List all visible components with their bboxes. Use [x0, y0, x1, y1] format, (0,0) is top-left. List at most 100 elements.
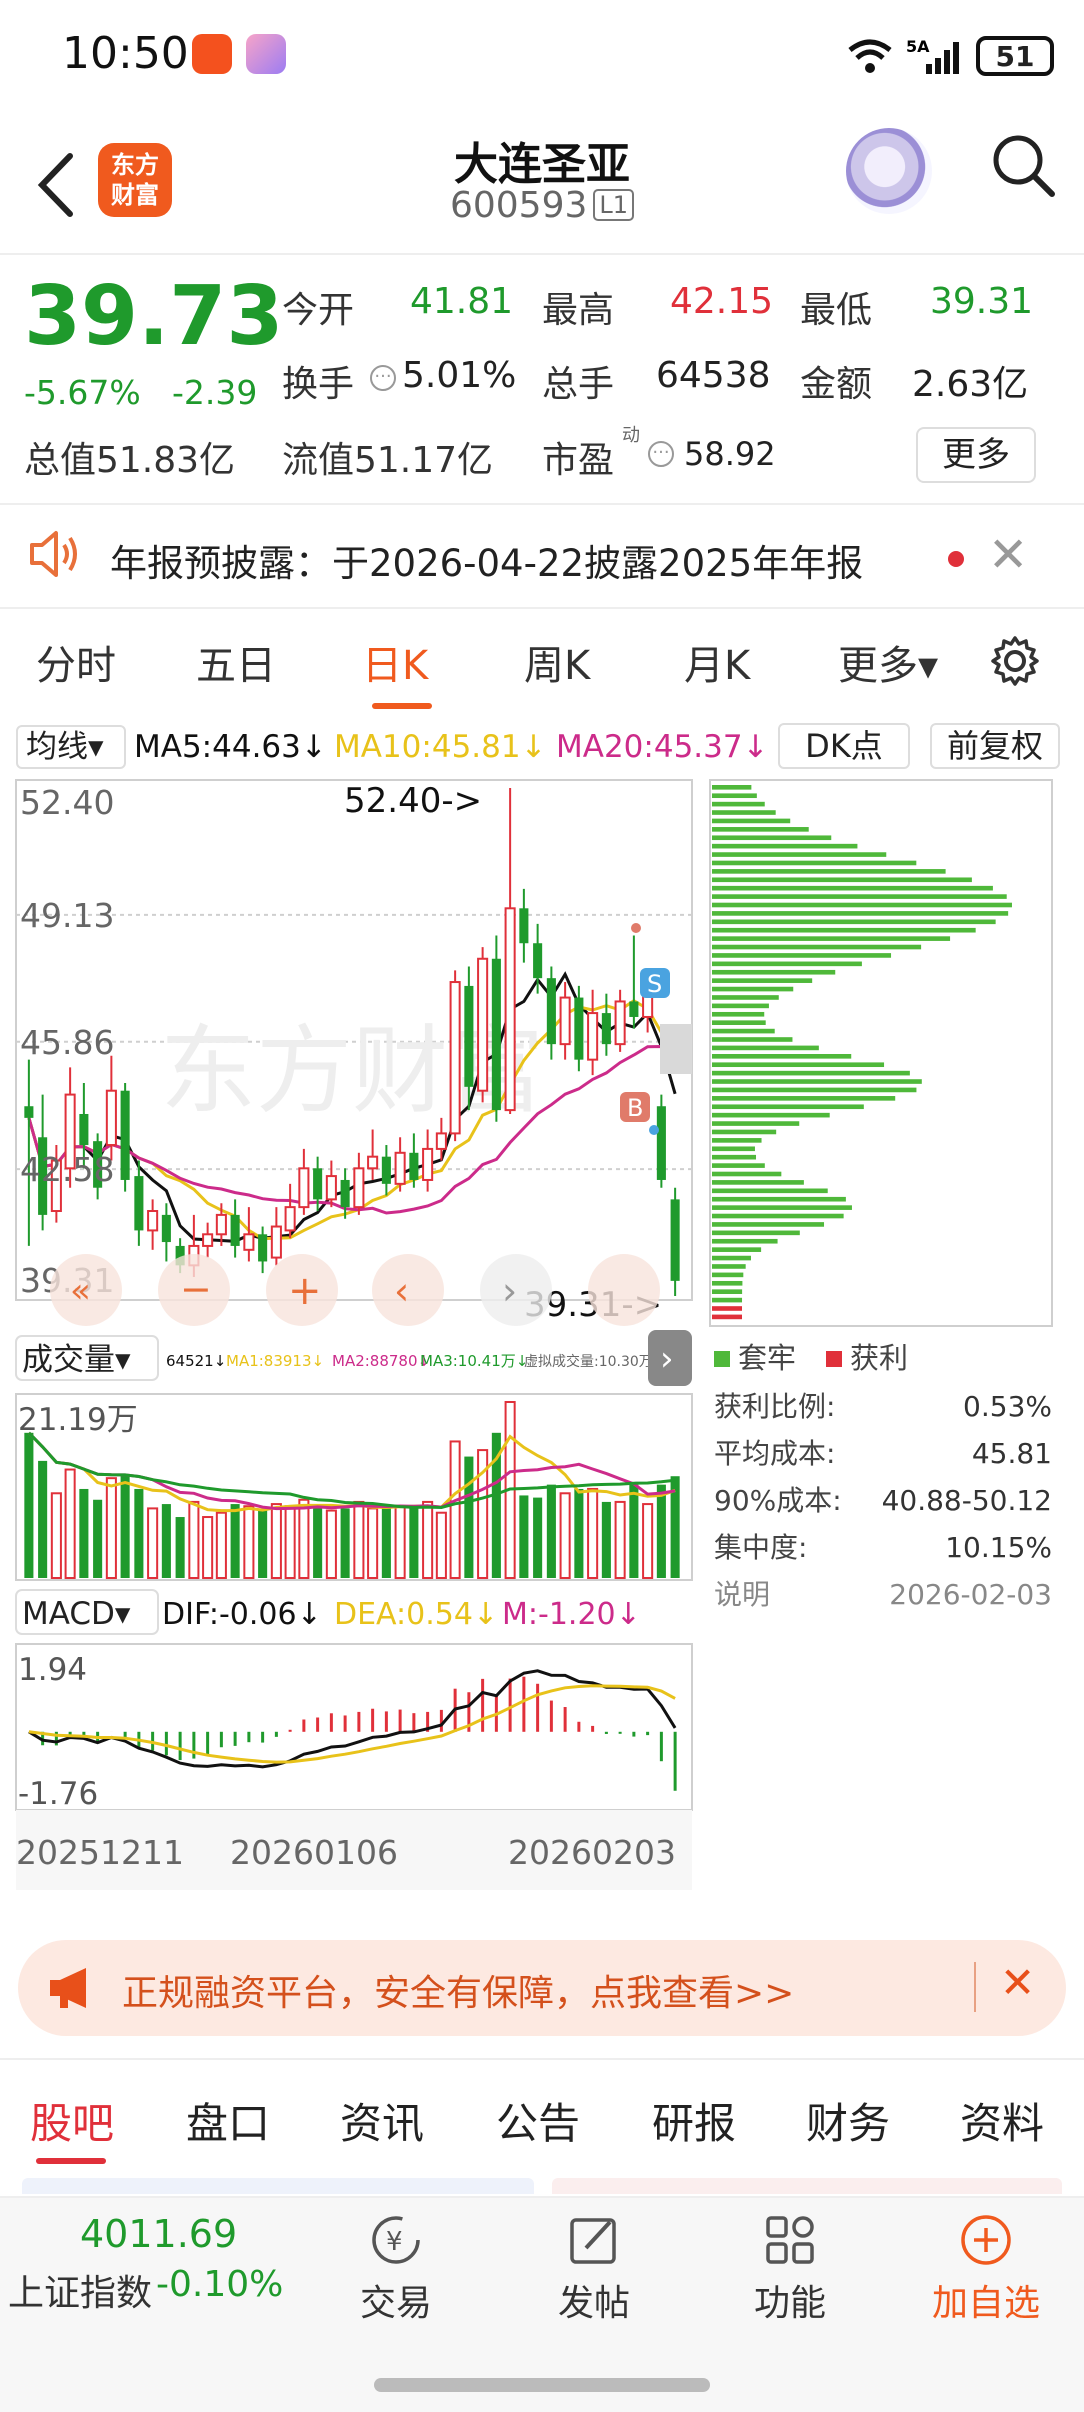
- chip-row-bar: [712, 1196, 846, 1202]
- chip-row-bar: [712, 1028, 775, 1034]
- chip-row-bar: [712, 1020, 766, 1025]
- chip-row-bar: [712, 1264, 746, 1269]
- chip-row-bar: [712, 843, 858, 849]
- tab-finance[interactable]: 财务: [806, 2090, 890, 2151]
- grid-icon: [766, 2216, 814, 2264]
- tab-weekly-k[interactable]: 周K: [524, 633, 590, 691]
- chip-stat-label: 集中度:: [714, 1531, 807, 1564]
- nav-trade-label: 交易: [359, 2283, 432, 2324]
- home-indicator[interactable]: [374, 2378, 710, 2392]
- edit-icon: [570, 2218, 616, 2264]
- volume-bar-down: [546, 1484, 556, 1578]
- battery-icon: 51: [976, 36, 1054, 76]
- tab-profile[interactable]: 资料: [960, 2090, 1044, 2151]
- chip-row-bar: [712, 1054, 852, 1059]
- m-label: M:-1.20↓: [502, 1597, 641, 1632]
- trade-icon: ¥: [372, 2216, 420, 2264]
- level-badge: L1: [593, 189, 635, 221]
- volume-bar-down: [381, 1508, 391, 1578]
- volume-legend-row: 成交量▾ 64521↓ MA1:83913↓ MA2:88780↓ MA3:10…: [15, 1330, 692, 1386]
- nav-post-label: 发帖: [557, 2283, 630, 2324]
- nav-add-watchlist-label: 加自选: [931, 2283, 1040, 2324]
- candle-body-down: [533, 943, 543, 979]
- tab-more[interactable]: 更多▾: [838, 633, 938, 691]
- candle-body-down: [629, 1001, 639, 1017]
- chip-row-bar: [712, 1188, 828, 1194]
- adjust-button[interactable]: 前复权: [930, 723, 1060, 769]
- nav-functions-label: 功能: [753, 2283, 826, 2324]
- info-icon[interactable]: ···: [370, 365, 396, 391]
- status-icons: 5A 51: [846, 30, 1054, 82]
- chip-row-bar: [712, 1096, 896, 1101]
- status-bar: 10:50 5A 51: [0, 0, 1084, 110]
- assistant-robot-icon[interactable]: [846, 128, 932, 214]
- volume-bar-up: [202, 1516, 214, 1580]
- financing-ad-banner[interactable]: 正规融资平台，安全有保障，点我查看>> ✕: [18, 1940, 1066, 2036]
- chip-row-bar: [712, 1045, 819, 1051]
- dk-point-button[interactable]: DK点: [778, 723, 910, 769]
- chip-row-bar: [712, 1062, 885, 1068]
- notification-app-icon: [192, 34, 232, 74]
- network-type: 5A: [906, 37, 930, 56]
- tab-minute[interactable]: 分时: [36, 633, 116, 691]
- nav-post[interactable]: 发帖: [524, 2212, 664, 2326]
- chip-row-bar: [712, 1247, 762, 1252]
- vol-legend-4: 虚拟成交量:10.30万: [524, 1353, 653, 1370]
- notification-app-icon-2: [246, 34, 286, 74]
- change-percent: -5.67%: [24, 373, 141, 412]
- pe-info-icon[interactable]: ···: [648, 441, 674, 467]
- volume-bar-down: [519, 1495, 529, 1578]
- chip-row-bar: [712, 1255, 751, 1261]
- kline-chart-area[interactable]: 东方财富 52.4049.1345.8642.5839.31 52.40-> 3…: [0, 774, 1084, 1924]
- nav-add-watchlist[interactable]: 加自选: [916, 2212, 1056, 2326]
- fast-back-icon: «: [70, 1271, 91, 1311]
- content-tabs: 股吧 盘口 资讯 公告 研报 财务 资料: [0, 2058, 1084, 2178]
- tab-news[interactable]: 资讯: [340, 2090, 424, 2151]
- stock-code: 600593: [449, 185, 588, 226]
- tab-guba[interactable]: 股吧: [30, 2090, 114, 2151]
- tab-five-day[interactable]: 五日: [196, 633, 276, 691]
- tab-order-book[interactable]: 盘口: [186, 2090, 270, 2151]
- candle-body-down: [491, 958, 501, 1111]
- fullscreen-button[interactable]: [588, 1254, 660, 1326]
- high-label: 最高: [542, 290, 615, 331]
- chip-row-bar: [712, 785, 752, 790]
- ad-close-icon[interactable]: ✕: [1000, 1958, 1035, 2007]
- megaphone-icon: [50, 1968, 86, 2008]
- search-icon[interactable]: [988, 130, 1058, 200]
- volume-bar-up: [215, 1511, 227, 1579]
- chip-row-bar: [712, 944, 922, 950]
- volume-bar-up: [284, 1505, 296, 1580]
- chip-row-bar: [712, 835, 832, 841]
- chevron-left-icon: ‹: [394, 1269, 409, 1313]
- tab-daily-k[interactable]: 日K: [362, 633, 428, 691]
- hold-legend-swatch: [714, 1351, 730, 1367]
- ma5-label: MA5:44.63↓: [134, 729, 327, 765]
- candle-body-up: [394, 1151, 406, 1185]
- notice-bar[interactable]: 年报预披露：于2026-04-22披露2025年年报 ✕: [0, 505, 1084, 609]
- nav-trade[interactable]: ¥ 交易: [326, 2212, 466, 2326]
- tab-monthly-k[interactable]: 月K: [684, 633, 750, 691]
- low-label: 最低: [800, 290, 873, 331]
- last-price: 39.73: [24, 269, 284, 364]
- buy-sign: B: [627, 1094, 643, 1122]
- indicator-select[interactable]: 均线▾: [16, 725, 126, 769]
- tab-announcement[interactable]: 公告: [496, 2090, 580, 2151]
- tab-research[interactable]: 研报: [652, 2090, 736, 2151]
- volume-y-label: 21.19万: [18, 1402, 138, 1438]
- chip-stats: 获利比例: 0.53% 平均成本: 45.81 90%成本: 40.88-50.12 集中度…: [714, 1390, 1052, 1611]
- index-name[interactable]: 上证指数: [8, 2264, 152, 2316]
- chip-row-bar: [712, 1171, 782, 1177]
- notice-text: 年报预披露：于2026-04-22披露2025年年报: [110, 542, 864, 585]
- gear-icon[interactable]: [988, 634, 1042, 688]
- chip-stat-value: 45.81: [972, 1437, 1052, 1470]
- nav-functions[interactable]: 功能: [720, 2212, 860, 2326]
- close-icon[interactable]: ✕: [988, 527, 1028, 583]
- chip-row-bar: [712, 978, 813, 983]
- candle-body-up: [147, 1210, 159, 1232]
- index-value[interactable]: 4011.69: [80, 2212, 237, 2256]
- pe-sup: 动: [622, 425, 640, 446]
- chip-row-bar: [712, 793, 757, 799]
- dea-label: DEA:0.54↓: [334, 1597, 498, 1632]
- more-quote-button[interactable]: 更多: [916, 427, 1036, 483]
